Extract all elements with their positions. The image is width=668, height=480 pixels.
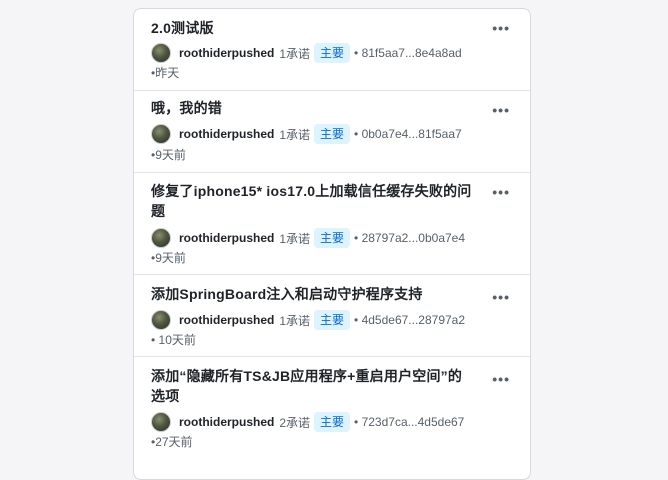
commit-title[interactable]: 添加“隐藏所有TS&JB应用程序+重启用户空间”的选项 [151,366,473,406]
commit-meta: roothiderpushed 1承诺 主要 • 4d5de67...28797… [151,309,465,331]
commit-item[interactable]: 添加SpringBoard注入和启动守护程序支持 ••• roothiderpu… [134,275,530,357]
commit-meta: roothiderpushed 2承诺 主要 • 723d7ca...4d5de… [151,411,464,433]
commit-meta: roothiderpushed 1承诺 主要 • 28797a2...0b0a7… [151,227,465,249]
commit-count: 1承诺 [279,46,311,61]
commit-time: •9天前 [151,251,186,265]
author-name[interactable]: roothiderpushed [179,127,274,141]
more-options-icon[interactable]: ••• [492,20,510,36]
branch-badge[interactable]: 主要 [314,228,351,248]
commit-range[interactable]: • 4d5de67...28797a2 [354,313,465,327]
branch-badge[interactable]: 主要 [314,310,351,330]
commit-item[interactable]: 哦，我的错 ••• roothiderpushed 1承诺 主要 • 0b0a7… [134,91,530,173]
avatar[interactable] [151,124,171,144]
avatar[interactable] [151,43,171,63]
more-options-icon[interactable]: ••• [492,289,510,305]
commit-range[interactable]: • 0b0a7e4...81f5aa7 [354,127,462,141]
author-name[interactable]: roothiderpushed [179,313,274,327]
right-gutter [550,0,668,459]
avatar[interactable] [151,310,171,330]
author-name[interactable]: roothiderpushed [179,231,274,245]
branch-badge[interactable]: 主要 [314,43,351,63]
left-gutter [0,0,118,459]
avatar[interactable] [151,412,171,432]
commit-list: 2.0测试版 ••• roothiderpushed 1承诺 主要 • 81f5… [133,8,531,480]
commit-time: • 10天前 [151,333,196,347]
commit-title[interactable]: 修复了iphone15* ios17.0上加载信任缓存失败的问题 [151,181,473,221]
commit-time: •9天前 [151,148,186,162]
commit-meta: roothiderpushed 1承诺 主要 • 81f5aa7...8e4a8… [151,42,462,64]
more-options-icon[interactable]: ••• [492,371,510,387]
commit-count: 1承诺 [279,127,311,142]
avatar[interactable] [151,228,171,248]
commit-count: 1承诺 [279,313,311,328]
commit-title[interactable]: 添加SpringBoard注入和启动守护程序支持 [151,284,473,304]
commit-title[interactable]: 2.0测试版 [151,18,473,38]
commit-item[interactable]: 添加“隐藏所有TS&JB应用程序+重启用户空间”的选项 ••• roothide… [134,357,530,467]
commit-range[interactable]: • 28797a2...0b0a7e4 [354,231,465,245]
commit-meta: roothiderpushed 1承诺 主要 • 0b0a7e4...81f5a… [151,123,462,145]
commit-range[interactable]: • 81f5aa7...8e4a8ad [354,46,462,60]
commit-count: 1承诺 [279,231,311,246]
commit-time: •昨天 [151,66,180,80]
commit-title[interactable]: 哦，我的错 [151,98,473,118]
commit-count: 2承诺 [279,415,311,430]
branch-badge[interactable]: 主要 [314,412,351,432]
commit-item[interactable]: 修复了iphone15* ios17.0上加载信任缓存失败的问题 ••• roo… [134,173,530,275]
commit-time: •27天前 [151,435,193,449]
branch-badge[interactable]: 主要 [314,124,351,144]
commit-range[interactable]: • 723d7ca...4d5de67 [354,415,464,429]
commit-item[interactable]: 2.0测试版 ••• roothiderpushed 1承诺 主要 • 81f5… [134,9,530,91]
author-name[interactable]: roothiderpushed [179,415,274,429]
more-options-icon[interactable]: ••• [492,102,510,118]
author-name[interactable]: roothiderpushed [179,46,274,60]
more-options-icon[interactable]: ••• [492,184,510,200]
